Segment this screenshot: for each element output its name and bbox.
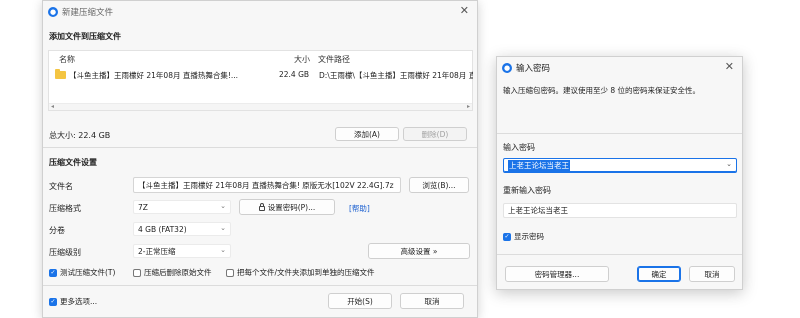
total-size-label: 总大小: 22.4 GB <box>49 131 111 140</box>
add-files-section-title: 添加文件到压缩文件 <box>49 32 121 41</box>
folder-icon <box>55 69 66 79</box>
lock-icon <box>258 202 265 211</box>
file-size-cell: 22.4 GB <box>279 70 310 79</box>
new-archive-window: ● 新建压缩文件 ✕ 添加文件到压缩文件 名称 大小 文件路径 【斗鱼主播】王雨… <box>42 0 478 318</box>
add-button[interactable]: 添加(A) <box>335 127 399 141</box>
file-list-table[interactable]: 名称 大小 文件路径 【斗鱼主播】王雨檬好 21年08月 直播热舞合集!... … <box>48 50 473 111</box>
show-password-checkbox[interactable]: ✓ 显示密码 <box>503 231 544 242</box>
close-icon[interactable]: ✕ <box>725 60 734 73</box>
level-select[interactable]: 2-正常压缩 ⌄ <box>133 244 231 258</box>
chevron-down-icon: ⌄ <box>220 246 226 254</box>
format-label: 压缩格式 <box>49 204 81 213</box>
split-select[interactable]: 4 GB (FAT32) ⌄ <box>133 222 231 236</box>
password-input-value: 上老王论坛当老王 <box>508 160 570 171</box>
test-archive-checkbox[interactable]: ✓ 测试压缩文件(T) <box>49 267 115 278</box>
password-manager-button[interactable]: 密码管理器... <box>505 266 609 282</box>
chevron-down-icon[interactable]: ⌄ <box>726 160 732 168</box>
column-header-path[interactable]: 文件路径 <box>318 54 350 65</box>
more-options-checkbox[interactable]: ✓ 更多选项... <box>49 296 97 307</box>
reenter-password-label: 重新输入密码 <box>503 186 551 195</box>
window-title: 新建压缩文件 <box>62 8 114 18</box>
delete-button[interactable]: 删除(D) <box>403 127 467 141</box>
scroll-left-icon[interactable]: ◂ <box>51 103 54 110</box>
set-password-label: 设置密码(P)... <box>267 202 316 212</box>
app-logo-icon: ● <box>502 63 512 73</box>
ok-button[interactable]: 确定 <box>637 266 681 282</box>
filename-input[interactable]: 【斗鱼主播】王雨檬好 21年08月 直播热舞合集! 原版无水[102V 22.4… <box>133 177 401 193</box>
column-header-name[interactable]: 名称 <box>59 54 75 65</box>
test-archive-label: 测试压缩文件(T) <box>60 268 116 277</box>
level-select-value: 2-正常压缩 <box>138 246 176 256</box>
password-hint: 输入压缩包密码。建议使用至少 8 位的密码来保证安全性。 <box>503 86 701 95</box>
checkbox-checked-icon: ✓ <box>503 232 511 241</box>
password-dialog: ● 输入密码 ✕ 输入压缩包密码。建议使用至少 8 位的密码来保证安全性。 输入… <box>496 56 743 290</box>
title-bar: ● 新建压缩文件 ✕ <box>43 1 477 23</box>
dialog-title-bar: ● 输入密码 ✕ <box>497 57 742 79</box>
chevron-down-icon: ⌄ <box>220 224 226 232</box>
divider <box>497 133 742 134</box>
app-logo-icon: ● <box>48 7 58 17</box>
divider <box>497 254 742 255</box>
close-icon[interactable]: ✕ <box>460 4 469 17</box>
chevron-down-icon: ⌄ <box>220 202 226 210</box>
show-password-label: 显示密码 <box>514 232 544 241</box>
checkbox-unchecked-icon <box>133 268 141 277</box>
start-button[interactable]: 开始(S) <box>328 293 392 309</box>
help-link[interactable]: [帮助] <box>349 203 370 214</box>
divider <box>43 285 477 286</box>
format-select[interactable]: 7Z ⌄ <box>133 200 231 214</box>
split-select-value: 4 GB (FAT32) <box>138 224 187 234</box>
checkbox-checked-icon: ✓ <box>49 268 57 277</box>
dialog-cancel-button[interactable]: 取消 <box>689 266 735 282</box>
delete-source-checkbox[interactable]: 压缩后删除原始文件 <box>133 267 212 278</box>
more-options-label: 更多选项... <box>60 297 98 306</box>
checkbox-unchecked-icon <box>226 268 234 277</box>
browse-button[interactable]: 浏览(B)... <box>409 177 469 193</box>
cancel-button[interactable]: 取消 <box>400 293 464 309</box>
filename-label: 文件名 <box>49 182 73 191</box>
column-header-size[interactable]: 大小 <box>294 54 310 65</box>
delete-source-label: 压缩后删除原始文件 <box>144 268 212 277</box>
separate-archives-checkbox[interactable]: 把每个文件/文件夹添加到单独的压缩文件 <box>226 267 375 278</box>
divider <box>43 147 477 148</box>
dialog-title: 输入密码 <box>516 64 551 74</box>
scroll-right-icon[interactable]: ▸ <box>467 103 470 110</box>
level-label: 压缩级别 <box>49 248 81 257</box>
password-label: 输入密码 <box>503 143 535 152</box>
reenter-password-input[interactable]: 上老王论坛当老王 <box>503 203 737 218</box>
file-path-cell: D:\王雨檬\【斗鱼主播】王雨檬好 21年08月 直 <box>319 71 473 80</box>
file-name-cell: 【斗鱼主播】王雨檬好 21年08月 直播热舞合集!... <box>69 71 239 80</box>
archive-settings-section-title: 压缩文件设置 <box>49 158 97 167</box>
set-password-button[interactable]: 设置密码(P)... <box>239 199 335 215</box>
advanced-settings-button[interactable]: 高级设置 » <box>368 243 470 259</box>
format-select-value: 7Z <box>138 202 148 212</box>
checkbox-checked-icon: ✓ <box>49 297 57 306</box>
password-input[interactable]: 上老王论坛当老王 ⌄ <box>503 158 737 173</box>
split-label: 分卷 <box>49 226 65 235</box>
separate-archives-label: 把每个文件/文件夹添加到单独的压缩文件 <box>237 268 375 277</box>
horizontal-scrollbar[interactable]: ◂ ▸ <box>49 103 472 110</box>
